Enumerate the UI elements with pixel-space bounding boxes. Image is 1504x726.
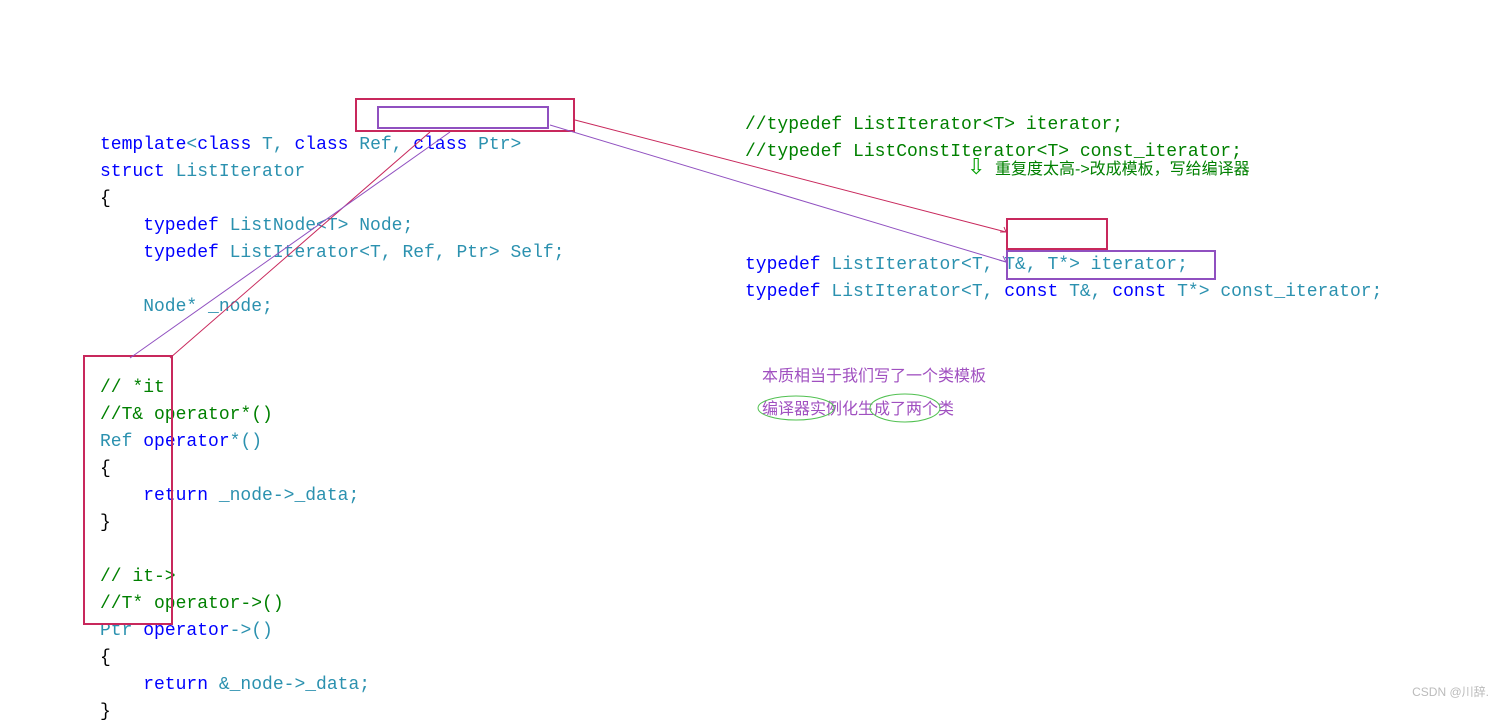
- code-left-block: template<class T, class Ref, class Ptr> …: [100, 105, 564, 726]
- annotation-green: 重复度太高->改成模板，写给编译器: [995, 158, 1250, 182]
- keyword-template: template: [100, 135, 186, 155]
- arrow-down-icon: ⇩: [967, 152, 985, 185]
- watermark: CSDN @川辞.: [1412, 683, 1489, 701]
- code-right-typedefs: typedef ListIterator<T, T&, T*> iterator…: [745, 225, 1382, 306]
- annotation-purple-2: 编译器实例化生成了两个类: [762, 398, 954, 422]
- code-right-comments: //typedef ListIterator<T> iterator; //ty…: [745, 85, 1242, 166]
- annotation-purple-1: 本质相当于我们写了一个类模板: [762, 365, 986, 389]
